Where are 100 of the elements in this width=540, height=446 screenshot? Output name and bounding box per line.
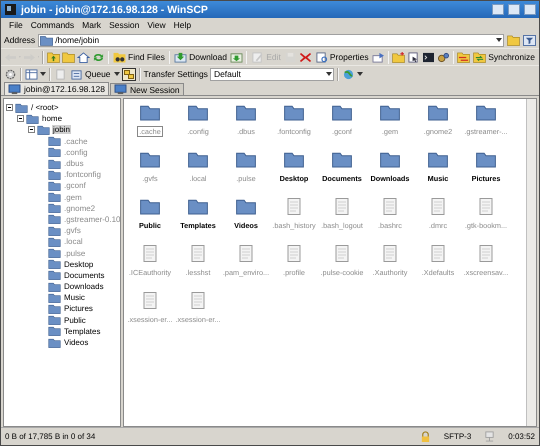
tree-item[interactable]: jobin [52, 125, 71, 134]
folder-icon [236, 198, 256, 215]
menu-item[interactable]: Commands [26, 20, 78, 30]
tree-item[interactable]: home [41, 114, 64, 124]
tree-item[interactable]: .dbus [63, 159, 85, 168]
tree-item[interactable]: .fontconfig [63, 170, 102, 180]
folder-icon [48, 236, 61, 247]
dropdown-arrow-icon[interactable] [496, 38, 502, 42]
maximize-button[interactable] [508, 4, 520, 15]
folder-icon [284, 104, 304, 121]
address-field[interactable]: /home/jobin [38, 34, 504, 46]
tree-item[interactable]: Desktop [63, 260, 94, 269]
minimize-button[interactable] [492, 4, 504, 15]
terminal-icon[interactable] [422, 52, 435, 62]
dropdown-arrow-icon[interactable] [114, 72, 120, 76]
download-icon [174, 52, 188, 62]
folder-icon [48, 315, 61, 326]
folder-icon [48, 170, 61, 180]
window-title: jobin - jobin@172.16.98.128 - WinSCP [21, 4, 209, 16]
folder-icon [380, 151, 400, 168]
tree-item[interactable]: .gnome2 [63, 204, 96, 213]
folder-icon[interactable] [507, 34, 520, 46]
tree-item[interactable]: Videos [63, 338, 90, 348]
session-tab[interactable]: New Session [110, 83, 184, 95]
tree-item[interactable]: Music [63, 293, 86, 302]
folder-icon [140, 198, 160, 215]
stack-icon [70, 68, 83, 80]
monitor-icon [114, 84, 127, 95]
folder-icon [48, 326, 61, 336]
tree-item[interactable]: Documents [63, 270, 106, 280]
new-folder-icon[interactable] [392, 52, 405, 62]
queue-toggle[interactable] [122, 68, 136, 80]
dropdown-arrow-icon[interactable] [40, 72, 46, 76]
folder-icon [476, 104, 496, 121]
toolbar-button[interactable]: Find Files [112, 52, 166, 62]
tree-item[interactable]: Downloads [63, 282, 105, 292]
folder-icon [48, 270, 61, 280]
document-icon[interactable] [406, 52, 420, 62]
gear-icon[interactable] [4, 68, 17, 80]
session-tab[interactable]: jobin@172.16.98.128 [4, 82, 109, 95]
gears-icon[interactable] [436, 52, 450, 62]
tree-item[interactable]: .gstreamer-0.10 [63, 214, 120, 224]
folder-icon [48, 180, 61, 191]
menu-item[interactable]: Mark [78, 20, 106, 30]
download-options-icon[interactable] [230, 52, 243, 62]
dropdown-arrow-icon[interactable] [326, 72, 332, 76]
folder-icon [48, 136, 61, 146]
delete-icon[interactable] [298, 52, 312, 62]
folder-icon [48, 214, 61, 224]
folder-icon [48, 259, 61, 270]
app-icon [4, 4, 17, 15]
sync-folders-icon [473, 52, 486, 62]
folder-icon [48, 147, 61, 158]
network-icon [483, 431, 496, 442]
tree-item[interactable]: .local [63, 237, 84, 246]
monitor-icon [8, 84, 21, 94]
layout-icon[interactable] [25, 68, 38, 80]
collapse-icon[interactable] [28, 126, 35, 134]
elapsed-time: 0:03:52 [508, 432, 535, 441]
folder-icon [48, 226, 61, 236]
toolbar-button[interactable]: Download [173, 52, 228, 62]
collapse-icon[interactable] [6, 104, 13, 112]
parent-folder-icon[interactable] [46, 52, 60, 62]
edit-icon [251, 52, 264, 62]
toolbar-button[interactable]: Properties [314, 52, 370, 62]
menu-item[interactable]: View [143, 20, 170, 30]
menu-item[interactable]: File [5, 20, 27, 30]
tree-item[interactable]: .config [63, 148, 89, 157]
scrollbar[interactable] [526, 99, 536, 426]
home-icon[interactable] [76, 52, 90, 62]
tree-item[interactable]: Pictures [63, 304, 94, 314]
folder-icon[interactable] [62, 52, 75, 62]
tree-item[interactable]: .pulse [63, 248, 86, 258]
tree-item[interactable]: / <root> [30, 103, 60, 112]
filter-icon[interactable] [523, 34, 536, 46]
permissions-icon[interactable] [372, 52, 385, 62]
dropdown-arrow-icon[interactable] [356, 72, 363, 76]
tree-item[interactable]: .gconf [63, 181, 87, 190]
folder-icon [48, 203, 61, 214]
tree-item[interactable]: Templates [63, 326, 102, 336]
queue-button[interactable]: Queue [69, 68, 112, 80]
transfer-settings-select[interactable]: Default [210, 68, 334, 80]
menu-item[interactable]: Help [170, 20, 196, 30]
tree-item[interactable]: .cache [63, 136, 89, 146]
folder-icon [332, 151, 352, 168]
folder-icon [37, 124, 50, 135]
folder-icon [188, 151, 208, 168]
folder-icon [40, 34, 54, 46]
close-button[interactable] [524, 4, 536, 15]
toolbar-button[interactable]: Synchronize [472, 52, 536, 62]
compare-folders-icon[interactable] [457, 52, 470, 62]
folder-icon [236, 104, 256, 121]
folder-icon [15, 102, 28, 113]
collapse-icon[interactable] [17, 115, 24, 122]
menu-item[interactable]: Session [105, 20, 144, 30]
folder-icon [332, 104, 352, 121]
address-label: Address [4, 35, 36, 45]
tree-item[interactable]: .gvfs [63, 226, 82, 236]
tree-item[interactable]: Public [63, 316, 87, 325]
tree-item[interactable]: .gem [63, 192, 83, 202]
